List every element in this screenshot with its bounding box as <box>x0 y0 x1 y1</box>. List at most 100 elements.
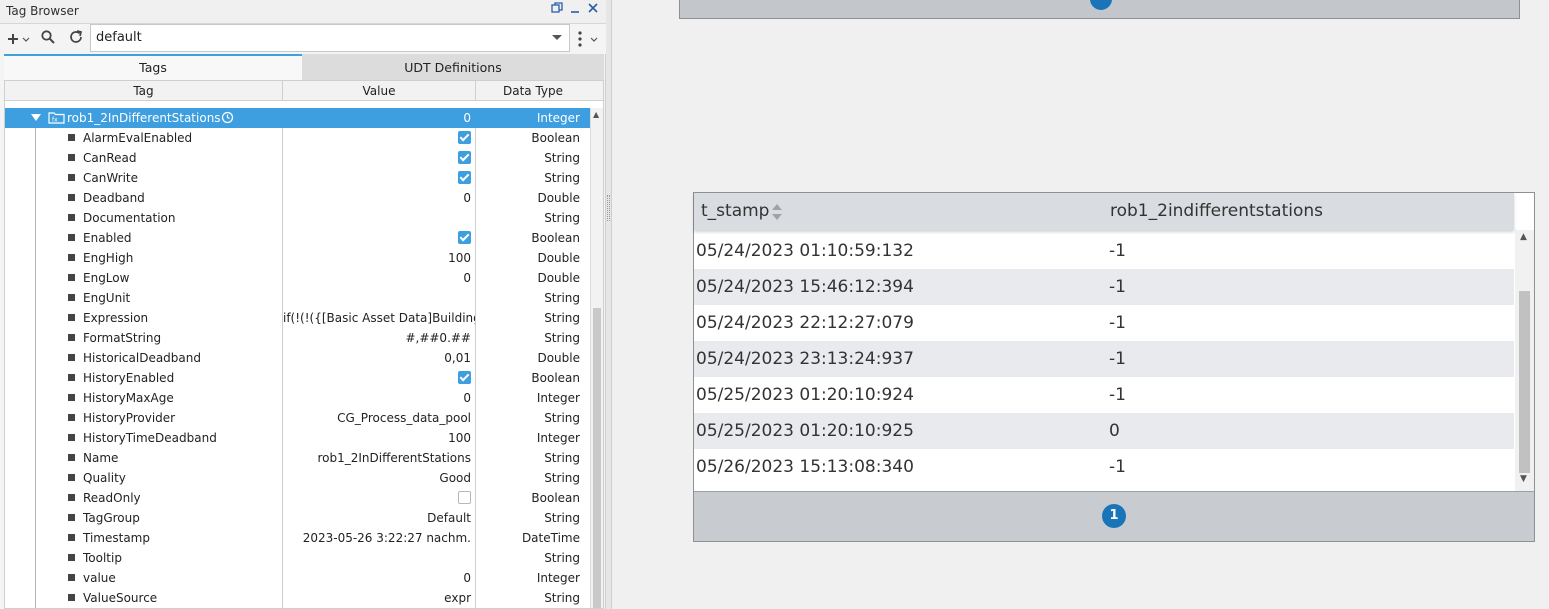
checkbox[interactable] <box>458 171 471 184</box>
property-value: CG_Process_data_pool <box>337 411 471 425</box>
tree-row[interactable]: EngUnit String <box>5 288 590 308</box>
table-row[interactable]: 05/25/2023 01:20:10:925 0 <box>694 413 1514 449</box>
value-cell: -1 <box>1109 277 1126 297</box>
page-indicator[interactable] <box>1090 0 1112 10</box>
tree-row[interactable]: Deadband 0 Double <box>5 188 590 208</box>
selected-tag-name: rob1_2InDifferentStations <box>67 111 221 125</box>
tree-row[interactable]: Documentation String <box>5 208 590 228</box>
tree-row[interactable]: ValueSource expr String <box>5 588 590 608</box>
tree-row[interactable]: FormatString #,##0.## String <box>5 328 590 348</box>
tag-tree-rows: fx rob1_2InDifferentStations 0 Integer A… <box>5 108 590 608</box>
column-header-t-stamp[interactable]: t_stamp <box>701 193 769 230</box>
tree-line <box>35 228 36 248</box>
tag-cell: CanWrite <box>5 168 283 188</box>
checkbox[interactable] <box>458 491 471 504</box>
tree-row[interactable]: CanRead String <box>5 148 590 168</box>
property-name: EngHigh <box>83 251 134 265</box>
tree-row[interactable]: HistoricalDeadband 0,01 Double <box>5 348 590 368</box>
table-row[interactable]: 05/25/2023 01:20:10:924 -1 <box>694 377 1514 413</box>
sort-icon[interactable] <box>771 202 783 222</box>
tree-line <box>35 568 36 588</box>
tree-row[interactable]: Timestamp 2023-05-26 3:22:27 nachm. DateTi… <box>5 528 590 548</box>
svg-text:fx: fx <box>52 117 58 124</box>
tree-row[interactable]: EngLow 0 Double <box>5 268 590 288</box>
checkbox[interactable] <box>458 131 471 144</box>
search-icon[interactable] <box>38 29 58 49</box>
property-icon <box>68 394 75 401</box>
tree-line <box>35 388 36 408</box>
tree-line <box>35 268 36 288</box>
tree-row[interactable]: Expression if(!(!({[Basic Asset Data]Buil… <box>5 308 590 328</box>
table-row[interactable]: 05/24/2023 22:12:27:079 -1 <box>694 305 1514 341</box>
scroll-down-icon[interactable]: ▼ <box>1520 474 1527 484</box>
table-row[interactable]: 05/24/2023 23:13:24:937 -1 <box>694 341 1514 377</box>
panel-splitter[interactable] <box>606 0 612 609</box>
tree-row[interactable]: CanWrite String <box>5 168 590 188</box>
checkbox[interactable] <box>458 151 471 164</box>
property-value: 100 <box>448 251 471 265</box>
restore-icon[interactable] <box>548 2 566 20</box>
column-header-tag[interactable]: Tag <box>5 81 283 101</box>
type-cell: String <box>544 451 580 465</box>
tree-line <box>35 428 36 448</box>
type-cell: Boolean <box>531 131 580 145</box>
scrollbar-thumb[interactable] <box>593 308 601 608</box>
column-header-value[interactable]: Value <box>283 81 476 101</box>
value-cell: 100 <box>283 248 476 268</box>
tag-cell: HistoryProvider <box>5 408 283 428</box>
table-row[interactable]: 05/24/2023 15:46:12:394 -1 <box>694 269 1514 305</box>
tree-row[interactable]: TagGroup Default String <box>5 508 590 528</box>
tree-line <box>35 288 36 308</box>
tab-tags[interactable]: Tags <box>4 54 302 80</box>
type-cell: Double <box>537 251 580 265</box>
tag-provider-select[interactable]: default <box>90 24 570 52</box>
tree-row[interactable]: HistoryMaxAge 0 Integer <box>5 388 590 408</box>
table-row[interactable]: 05/26/2023 15:13:08:340 -1 <box>694 449 1514 485</box>
tab-udt-definitions[interactable]: UDT Definitions <box>302 54 604 80</box>
property-name: FormatString <box>83 331 162 345</box>
tag-tree-scrollbar[interactable]: ▲ <box>590 108 603 608</box>
tree-row[interactable]: HistoryTimeDeadband 100 Integer <box>5 428 590 448</box>
checkbox[interactable] <box>458 371 471 384</box>
column-header-rob1-2indifferentstations[interactable]: rob1_2indifferentstations <box>1110 193 1323 230</box>
value-cell: 100 <box>283 428 476 448</box>
history-table-scrollbar[interactable]: ▲ ▼ <box>1515 230 1534 491</box>
tree-row[interactable]: HistoryProvider CG_Process_data_pool Strin… <box>5 408 590 428</box>
splitter-grip[interactable] <box>607 195 610 221</box>
scroll-up-icon[interactable]: ▲ <box>1520 232 1527 242</box>
tree-row-selected-tag[interactable]: fx rob1_2InDifferentStations 0 Integer <box>5 108 590 128</box>
type-cell: String <box>544 591 580 605</box>
tree-row[interactable]: Tooltip String <box>5 548 590 568</box>
tree-row[interactable]: HistoryEnabled Boolean <box>5 368 590 388</box>
value-cell <box>283 368 476 388</box>
property-name: CanWrite <box>83 171 139 185</box>
tree-row[interactable]: ReadOnly Boolean <box>5 488 590 508</box>
chevron-down-icon[interactable] <box>551 29 563 48</box>
tree-row[interactable]: EngHigh 100 Double <box>5 248 590 268</box>
table-row[interactable]: 05/24/2023 01:10:59:132 -1 <box>694 233 1514 269</box>
property-icon <box>68 574 75 581</box>
tag-tree-table: Tag Value Data Type fx rob1_2InDifferent… <box>4 80 604 609</box>
tree-line <box>35 488 36 508</box>
column-header-data-type[interactable]: Data Type <box>476 81 590 101</box>
scroll-up-icon[interactable]: ▲ <box>593 110 599 119</box>
checkbox[interactable] <box>458 231 471 244</box>
tag-cell: HistoryTimeDeadband <box>5 428 283 448</box>
tree-row[interactable]: Quality Good String <box>5 468 590 488</box>
kebab-menu-icon[interactable] <box>572 29 600 49</box>
collapse-arrow-icon[interactable] <box>31 114 41 121</box>
property-name: HistoryTimeDeadband <box>83 431 217 445</box>
property-icon <box>68 314 75 321</box>
tree-row[interactable]: Name rob1_2InDifferentStations String <box>5 448 590 468</box>
scrollbar-thumb[interactable] <box>1519 291 1530 473</box>
add-icon[interactable] <box>5 29 31 49</box>
page-button[interactable]: 1 <box>1102 504 1126 528</box>
value-cell: 0 <box>283 108 476 128</box>
tree-row[interactable]: AlarmEvalEnabled Boolean <box>5 128 590 148</box>
close-icon[interactable] <box>584 2 602 20</box>
type-cell: Integer <box>536 571 580 585</box>
tree-row[interactable]: value 0 Integer <box>5 568 590 588</box>
refresh-icon[interactable] <box>66 29 86 49</box>
minimize-icon[interactable] <box>566 2 584 20</box>
tree-row[interactable]: Enabled Boolean <box>5 228 590 248</box>
